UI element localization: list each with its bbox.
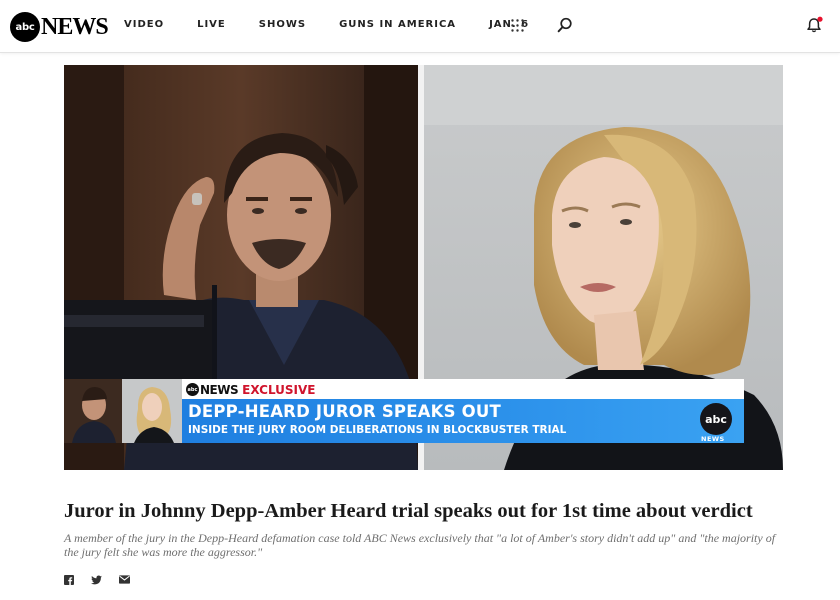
- news-logo-word: NEWS: [41, 13, 109, 40]
- nav-item-live[interactable]: LIVE: [197, 19, 226, 30]
- tag-abc-mark: abc: [186, 383, 199, 396]
- abc-news-logo[interactable]: abc NEWS: [10, 12, 109, 42]
- share-bar: [63, 574, 130, 585]
- notification-dot: [817, 16, 823, 22]
- abc-logo-mark: abc: [10, 12, 40, 42]
- facebook-icon[interactable]: [63, 574, 74, 585]
- nav-item-video[interactable]: VIDEO: [124, 19, 164, 30]
- tag-exclusive: EXCLUSIVE: [242, 382, 316, 397]
- grid-menu-icon[interactable]: [511, 19, 524, 32]
- news-lower-third-banner: abc NEWS EXCLUSIVE DEPP-HEARD JUROR SPEA…: [64, 379, 744, 443]
- article-dek: A member of the jury in the Depp-Heard d…: [64, 531, 776, 559]
- banner-blue-band: DEPP-HEARD JUROR SPEAKS OUT INSIDE THE J…: [182, 399, 744, 443]
- site-header: abc NEWS VIDEO LIVE SHOWS GUNS IN AMERIC…: [0, 0, 840, 53]
- exclusive-tag: abc NEWS EXCLUSIVE: [186, 381, 316, 398]
- email-icon[interactable]: [119, 574, 130, 585]
- banner-headline: DEPP-HEARD JUROR SPEAKS OUT: [188, 402, 501, 421]
- banner-news-word: NEWS: [701, 435, 725, 443]
- main-navigation: VIDEO LIVE SHOWS GUNS IN AMERICA JAN. 6: [124, 19, 529, 30]
- article-headline[interactable]: Juror in Johnny Depp-Amber Heard trial s…: [64, 500, 753, 523]
- nav-item-guns-in-america[interactable]: GUNS IN AMERICA: [339, 19, 456, 30]
- hero-image[interactable]: abc NEWS EXCLUSIVE DEPP-HEARD JUROR SPEA…: [64, 65, 783, 470]
- search-icon[interactable]: [557, 17, 573, 33]
- tag-network: NEWS: [200, 382, 239, 397]
- twitter-icon[interactable]: [91, 574, 102, 585]
- nav-item-shows[interactable]: SHOWS: [259, 19, 306, 30]
- banner-abc-logo: abc: [700, 403, 732, 435]
- banner-thumbnail: [64, 379, 182, 443]
- banner-subhead: INSIDE THE JURY ROOM DELIBERATIONS IN BL…: [188, 424, 567, 436]
- notification-bell-icon[interactable]: [806, 16, 824, 34]
